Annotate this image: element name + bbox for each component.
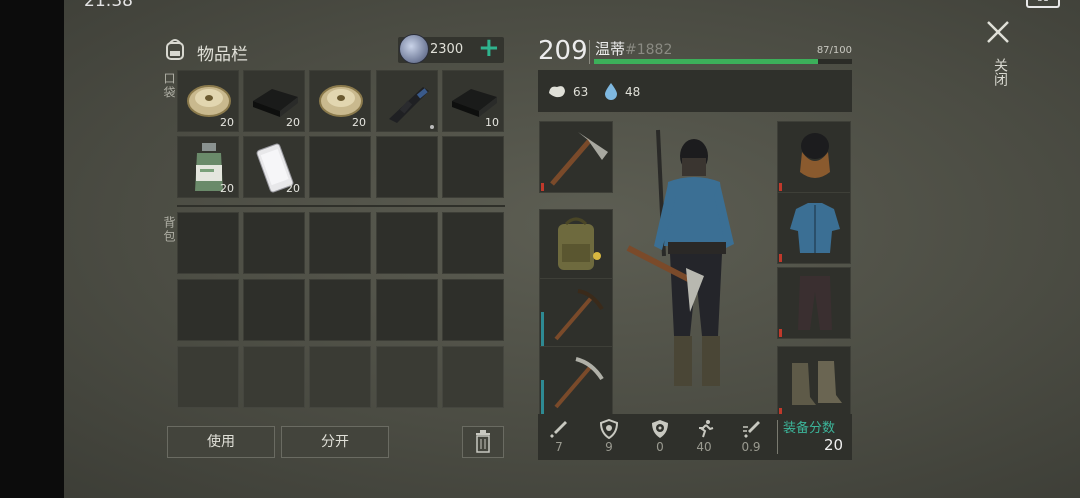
- item-count: 20: [220, 182, 234, 195]
- health-text: 87/100: [816, 45, 852, 56]
- pocket-slot-8[interactable]: [309, 136, 371, 198]
- player-name-line: 温蒂#1882: [595, 38, 672, 59]
- hunger-value: 63: [573, 85, 589, 99]
- item-count: 20: [286, 116, 300, 129]
- pocket-slot-1[interactable]: 20: [177, 70, 239, 132]
- item-count: 20: [286, 182, 300, 195]
- close-icon[interactable]: [984, 18, 1012, 46]
- water-drop-icon: [605, 83, 617, 100]
- military-backpack-icon: [558, 217, 601, 270]
- left-black-bar: [0, 0, 64, 498]
- status-time: 21:38: [84, 0, 133, 11]
- pocket-slot-9[interactable]: [376, 136, 438, 198]
- durability-low-marker: [779, 329, 782, 337]
- radiation-icon: [652, 420, 668, 438]
- attack-icon: [550, 421, 567, 438]
- speed-value: 40: [696, 440, 712, 454]
- health-bar-fill: [594, 59, 819, 64]
- pocket-slot-4[interactable]: [376, 70, 438, 132]
- locked-slot: [177, 346, 239, 408]
- speed-icon: [699, 420, 714, 438]
- attack-speed-icon: [743, 421, 760, 438]
- close-button-label[interactable]: 关闭: [990, 58, 1010, 86]
- backpack-slot[interactable]: [309, 279, 371, 341]
- durability-marker: [541, 312, 544, 348]
- equipment-score-label: 装备分数: [783, 421, 836, 436]
- equip-slot-body[interactable]: [777, 192, 851, 264]
- backpack-slot[interactable]: [376, 212, 438, 274]
- attack-speed-value: 0.9: [741, 440, 761, 454]
- locked-slot: [243, 346, 305, 408]
- durability-low-marker: [779, 183, 782, 191]
- split-button[interactable]: 分开: [281, 426, 389, 458]
- header-separator: [589, 40, 590, 64]
- backpack-slot[interactable]: [243, 279, 305, 341]
- attack-value: 7: [555, 440, 563, 454]
- inventory-title: 物品栏: [197, 45, 248, 65]
- item-count: 20: [352, 116, 366, 129]
- add-coins-button[interactable]: +: [478, 33, 500, 63]
- player-id: #1882: [625, 42, 673, 58]
- radiation-value: 0: [656, 440, 664, 454]
- score-separator: [777, 420, 778, 454]
- durability-marker: [541, 380, 544, 416]
- defense-value: 9: [605, 440, 613, 454]
- pickaxe-icon: [554, 357, 604, 409]
- equip-slot-tool-2[interactable]: [539, 346, 613, 418]
- pocket-slot-7[interactable]: 20: [243, 136, 305, 198]
- equip-slot-legs[interactable]: [777, 267, 851, 339]
- equip-slot-feet[interactable]: [777, 346, 851, 418]
- use-button[interactable]: 使用: [167, 426, 275, 458]
- boots-icon: [792, 361, 842, 405]
- pocket-slot-10[interactable]: [442, 136, 504, 198]
- defense-icon: [599, 419, 619, 439]
- beanie-mask-icon: [800, 133, 830, 178]
- character-model: [626, 129, 734, 386]
- submachine-gun-icon: [389, 87, 434, 129]
- pocket-slot-6[interactable]: 20: [177, 136, 239, 198]
- item-count: 20: [220, 116, 234, 129]
- player-level: 209: [538, 36, 588, 66]
- pickaxe-icon: [554, 289, 604, 341]
- pocket-slot-5[interactable]: 10: [442, 70, 504, 132]
- coin-amount: 2300: [430, 42, 464, 57]
- backpack-slot[interactable]: [243, 212, 305, 274]
- thirst-value: 48: [625, 85, 641, 99]
- equip-slot-backpack[interactable]: [539, 209, 613, 281]
- locked-slot: [309, 346, 371, 408]
- durability-low-marker: [779, 254, 782, 262]
- coin-icon: [399, 34, 429, 64]
- backpack-slot[interactable]: [309, 212, 371, 274]
- shirt-icon: [790, 203, 840, 253]
- item-count: 10: [485, 116, 499, 129]
- delete-button[interactable]: [462, 426, 504, 458]
- trash-icon: [476, 430, 490, 453]
- battery-indicator: 31: [1026, 0, 1060, 8]
- pocket-slot-3[interactable]: 20: [309, 70, 371, 132]
- backpack-icon: [166, 39, 184, 60]
- backpack-label: 背包: [162, 216, 176, 244]
- backpack-slot[interactable]: [442, 279, 504, 341]
- pocket-label: 口袋: [162, 72, 176, 100]
- equip-slot-tool-1[interactable]: [539, 278, 613, 350]
- equipment-score-value: 20: [824, 436, 844, 454]
- backpack-slot[interactable]: [177, 212, 239, 274]
- equip-slot-head[interactable]: [777, 121, 851, 193]
- backpack-slot[interactable]: [376, 279, 438, 341]
- section-divider: [177, 205, 505, 207]
- equip-slot-weapon[interactable]: [539, 121, 613, 193]
- locked-slot: [442, 346, 504, 408]
- pickaxe-icon: [550, 132, 608, 186]
- backpack-slot[interactable]: [177, 279, 239, 341]
- player-name: 温蒂: [595, 40, 626, 58]
- pocket-slot-2[interactable]: 20: [243, 70, 305, 132]
- durability-low-marker: [541, 183, 544, 191]
- locked-slot: [376, 346, 438, 408]
- backpack-slot[interactable]: [442, 212, 504, 274]
- stomach-icon: [549, 86, 565, 98]
- pants-icon: [798, 276, 832, 330]
